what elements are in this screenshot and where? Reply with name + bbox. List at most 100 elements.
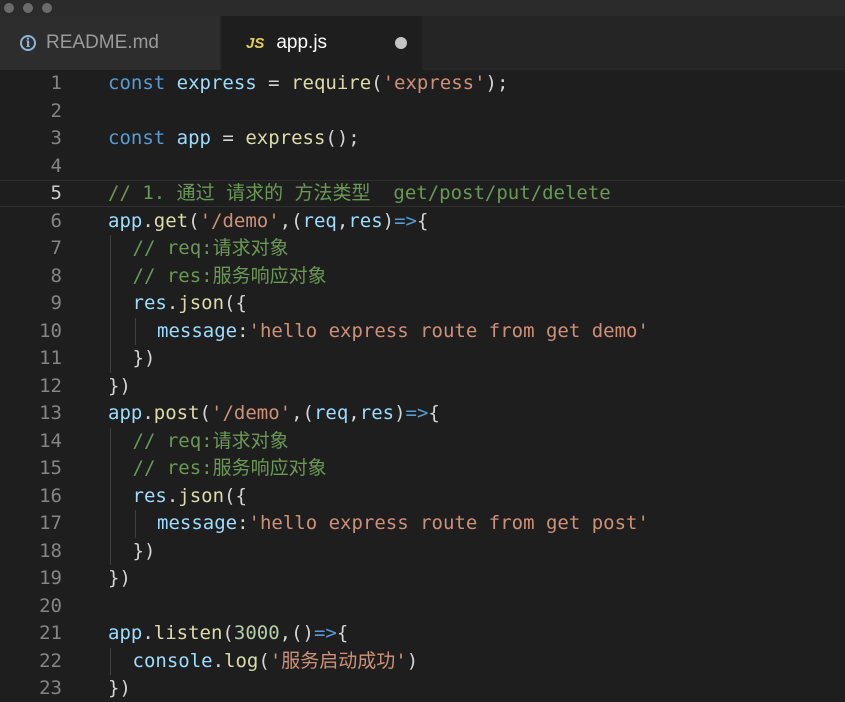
code-token: }): [108, 677, 131, 699]
tab-app-js[interactable]: JS app.js: [222, 16, 422, 70]
code-token: ();: [325, 127, 360, 149]
code-line[interactable]: 20: [0, 593, 845, 620]
indent-guide: [110, 427, 111, 455]
line-number: 8: [50, 264, 62, 287]
code-token: ,(: [279, 209, 303, 232]
indent-guide: [110, 647, 111, 675]
code-line[interactable]: 10 message:'hello express route from get …: [0, 317, 845, 345]
code-text: app.get('/demo',(req,res)=>{: [108, 208, 428, 235]
code-token: =>: [313, 622, 337, 644]
code-line[interactable]: 19}): [0, 565, 845, 592]
code-token: .: [212, 649, 225, 672]
line-number: 23: [39, 677, 62, 699]
unsaved-dot-icon[interactable]: [395, 37, 407, 49]
code-line[interactable]: 4: [0, 153, 845, 180]
code-token: :: [237, 319, 249, 342]
code-token: // req:请求对象: [132, 237, 289, 259]
code-token: '服务启动成功': [269, 649, 407, 672]
line-number: 5: [50, 182, 62, 204]
code-text: // req:请求对象: [133, 235, 289, 262]
tab-label: README.md: [46, 32, 159, 53]
code-token: res: [132, 292, 167, 314]
line-number: 21: [39, 622, 62, 644]
indent-guide: [110, 290, 111, 318]
code-token: listen: [153, 622, 223, 644]
code-line[interactable]: 9 res.json({: [0, 290, 845, 318]
code-token: {: [428, 402, 440, 424]
indent-guide: [110, 510, 111, 538]
line-number: 7: [50, 237, 62, 259]
tab-readme[interactable]: i README.md: [0, 16, 220, 70]
code-token: app: [108, 402, 143, 424]
indent-guide: [110, 455, 111, 483]
code-line[interactable]: 2: [0, 98, 845, 125]
code-line[interactable]: 18}): [0, 537, 845, 565]
code-line[interactable]: 8 // res:服务响应对象: [0, 262, 845, 290]
code-token: post: [153, 402, 200, 424]
code-line[interactable]: 16 res.json({: [0, 482, 845, 510]
maximize-window-button[interactable]: [42, 3, 52, 13]
code-token: app: [108, 209, 143, 232]
code-line[interactable]: 17 message:'hello express route from get …: [0, 510, 845, 538]
code-token: .: [166, 484, 179, 507]
code-line[interactable]: 12}): [0, 373, 845, 400]
title-bar: [0, 0, 845, 16]
code-line[interactable]: 22 console.log('服务启动成功'): [0, 647, 845, 675]
code-text: app.post('/demo',(req,res)=>{: [108, 400, 440, 427]
code-line[interactable]: 11}): [0, 345, 845, 373]
code-token: }): [132, 539, 156, 562]
minimize-window-button[interactable]: [23, 3, 33, 13]
code-text: app.listen(3000,()=>{: [108, 620, 348, 647]
code-text: console.log('服务启动成功'): [133, 648, 419, 675]
code-token: message: [157, 319, 238, 342]
close-window-button[interactable]: [4, 3, 14, 13]
line-number: 11: [39, 347, 62, 369]
code-token: res: [132, 484, 167, 507]
code-line[interactable]: 21 app.listen(3000,()=>{: [0, 620, 845, 647]
code-editor[interactable]: 1 const express = require('express'); 2 3 co…: [0, 70, 845, 702]
indent-guide: [134, 510, 136, 538]
indent-guide: [110, 317, 111, 345]
indent-guide: [134, 317, 136, 345]
code-token: (: [371, 72, 383, 94]
code-line[interactable]: 23}): [0, 675, 845, 702]
code-line[interactable]: 1 const express = require('express');: [0, 70, 845, 97]
code-text: // req:请求对象: [133, 428, 289, 455]
line-number: 9: [50, 292, 62, 314]
line-number: 18: [39, 539, 62, 562]
indent-guide: [110, 262, 111, 290]
code-line[interactable]: 14 // req:请求对象: [0, 427, 845, 455]
line-number: 19: [39, 567, 62, 589]
code-text: }): [108, 373, 131, 400]
code-text: // res:服务响应对象: [133, 263, 327, 290]
code-token: .: [142, 209, 154, 232]
code-token: express: [245, 127, 326, 149]
code-token: :: [237, 512, 249, 534]
code-token: ({: [224, 484, 247, 507]
code-line[interactable]: 6 app.get('/demo',(req,res)=>{: [0, 208, 845, 235]
code-token: 'express': [382, 72, 486, 94]
code-line[interactable]: 3 const app = express();: [0, 125, 845, 152]
code-token: log: [224, 649, 259, 672]
code-text: // res:服务响应对象: [133, 455, 327, 482]
code-token: req: [313, 402, 349, 424]
line-number: 17: [39, 512, 62, 534]
code-token: ,: [348, 402, 360, 424]
indent-guide: [110, 482, 111, 510]
line-number: 10: [39, 319, 62, 342]
code-line[interactable]: 13 app.post('/demo',(req,res)=>{: [0, 400, 845, 427]
code-token: // res:服务响应对象: [132, 457, 327, 479]
code-line[interactable]: 5 // 1. 通过 请求的 方法类型 get/post/put/delete: [0, 180, 845, 207]
indent-guide: [110, 537, 111, 565]
code-token: }): [108, 374, 131, 397]
line-number: 14: [39, 429, 62, 452]
code-line[interactable]: 15 // res:服务响应对象: [0, 455, 845, 483]
code-text: const app = express();: [108, 125, 360, 152]
code-token: get: [153, 209, 189, 232]
code-text: }): [108, 675, 131, 702]
code-line[interactable]: 7 // req:请求对象: [0, 235, 845, 263]
tab-bar: i README.md JS app.js: [0, 16, 845, 70]
code-token: {: [416, 209, 429, 232]
editor-window: i README.md JS app.js 1 const express = r…: [0, 0, 845, 702]
